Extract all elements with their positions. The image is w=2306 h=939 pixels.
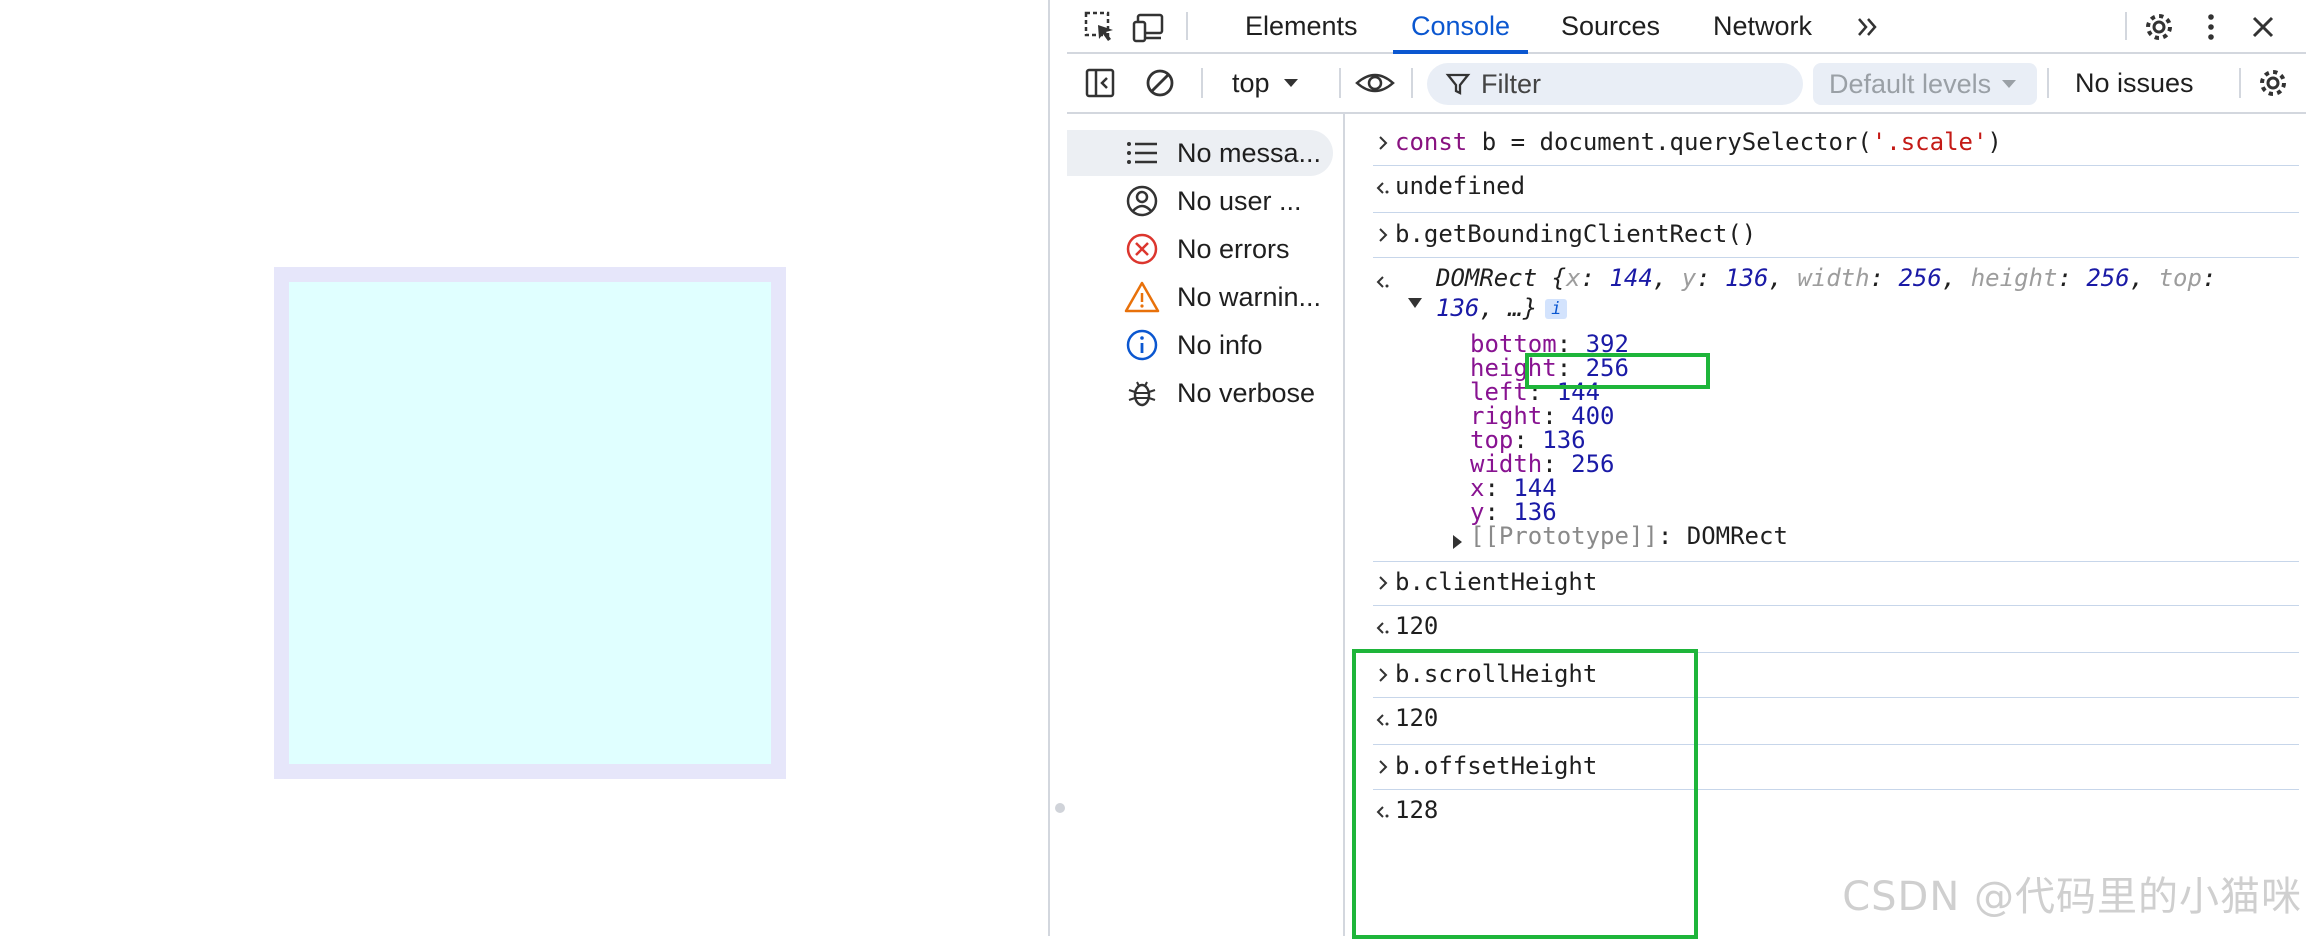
tab-console-label: Console bbox=[1411, 10, 1511, 41]
more-tabs-icon[interactable] bbox=[1849, 8, 1887, 46]
console-result: undefined bbox=[1395, 172, 1526, 200]
watermark: CSDN @代码里的小猫咪 bbox=[1842, 874, 2302, 920]
list-icon bbox=[1123, 134, 1161, 172]
row-separator bbox=[1373, 605, 2299, 606]
bug-icon bbox=[1123, 374, 1161, 412]
log-levels-dropdown[interactable]: Default levels bbox=[1813, 63, 2037, 105]
divider bbox=[2047, 68, 2049, 98]
scale-box bbox=[274, 267, 786, 779]
sidebar-item-label: No messa... bbox=[1177, 137, 1322, 168]
tab-elements[interactable]: Elements bbox=[1245, 0, 1358, 52]
console-sidebar: No messa... No user ... No errors No war… bbox=[1067, 114, 1345, 936]
row-separator bbox=[1373, 561, 2299, 562]
sidebar-item-label: No warnin... bbox=[1177, 281, 1322, 312]
console-result-row: undefined bbox=[1345, 172, 2299, 202]
divider bbox=[2239, 68, 2241, 98]
console-input-row[interactable]: b.clientHeight bbox=[1345, 568, 2299, 598]
console-toolbar: top Filter Default levels No issues bbox=[1067, 54, 2306, 114]
tab-network-label: Network bbox=[1713, 10, 1813, 41]
sidebar-item-label: No info bbox=[1177, 329, 1263, 360]
console-input-row[interactable]: b.getBoundingClientRect() bbox=[1345, 220, 2299, 250]
console-input-row[interactable]: const b = document.querySelector('.scale… bbox=[1345, 128, 2299, 158]
tab-network[interactable]: Network bbox=[1713, 0, 1812, 52]
divider bbox=[1186, 12, 1188, 40]
prototype-row[interactable]: [[Prototype]]: DOMRect bbox=[1345, 522, 2299, 552]
settings-gear-icon[interactable] bbox=[2140, 8, 2178, 46]
domrect-preview-line2: 136, …} i bbox=[1436, 294, 1568, 322]
live-expression-eye-icon[interactable] bbox=[1349, 64, 1401, 102]
info-icon bbox=[1123, 326, 1161, 364]
log-levels-label: Default levels bbox=[1829, 68, 1992, 99]
result-arrow-icon bbox=[1373, 618, 1393, 638]
devtools-panel: Elements Console Sources Network top Fil… bbox=[1067, 0, 2306, 939]
sidebar-item-info[interactable]: No info bbox=[1067, 322, 1333, 368]
prompt-chevron-icon bbox=[1373, 133, 1393, 153]
domrect-preview-line1: DOMRect {x: 144, y: 136, width: 256, hei… bbox=[1436, 264, 2217, 292]
divider bbox=[1411, 68, 1413, 98]
console-command: b.clientHeight bbox=[1395, 568, 1598, 596]
sidebar-item-messages[interactable]: No messa... bbox=[1067, 130, 1333, 176]
console-command: b.getBoundingClientRect() bbox=[1395, 220, 1757, 248]
inspect-element-icon[interactable] bbox=[1081, 8, 1119, 46]
info-badge[interactable]: i bbox=[1545, 299, 1568, 319]
sidebar-item-label: No user ... bbox=[1177, 185, 1302, 216]
expanded-triangle-icon[interactable] bbox=[1407, 288, 1423, 316]
issues-label: No issues bbox=[2075, 67, 2194, 98]
tab-sources[interactable]: Sources bbox=[1561, 0, 1660, 52]
height-highlight-box bbox=[1525, 353, 1710, 389]
sidebar-toggle-icon[interactable] bbox=[1081, 64, 1119, 102]
sidebar-item-warnings[interactable]: No warnin... bbox=[1067, 274, 1333, 320]
scale-box-content bbox=[289, 282, 771, 764]
tab-sources-label: Sources bbox=[1561, 10, 1661, 41]
sidebar-item-errors[interactable]: No errors bbox=[1067, 226, 1333, 272]
sidebar-item-label: No errors bbox=[1177, 233, 1290, 264]
tab-elements-label: Elements bbox=[1245, 10, 1358, 41]
row-separator bbox=[1373, 257, 2299, 258]
sidebar-item-label: No verbose bbox=[1177, 377, 1316, 408]
issues-counter[interactable]: No issues bbox=[2075, 54, 2194, 112]
device-toolbar-icon[interactable] bbox=[1129, 8, 1167, 46]
filter-funnel-icon bbox=[1445, 73, 1471, 95]
page-viewport bbox=[0, 0, 1048, 936]
divider bbox=[2125, 12, 2127, 40]
error-icon bbox=[1123, 230, 1161, 268]
console-output: const b = document.querySelector('.scale… bbox=[1345, 114, 2306, 939]
dropdown-arrow-icon bbox=[2002, 80, 2017, 88]
prompt-chevron-icon bbox=[1373, 573, 1393, 593]
collapsed-triangle-icon[interactable] bbox=[1451, 528, 1463, 556]
console-command: const b = document.querySelector('.scale… bbox=[1395, 128, 2002, 156]
tab-console[interactable]: Console bbox=[1393, 0, 1529, 54]
sidebar-item-user-messages[interactable]: No user ... bbox=[1067, 178, 1333, 224]
more-options-icon[interactable] bbox=[2192, 8, 2230, 46]
console-result: 120 bbox=[1395, 612, 1439, 640]
panel-splitter[interactable] bbox=[1048, 0, 1067, 936]
console-settings-gear-icon[interactable] bbox=[2254, 64, 2292, 102]
row-separator bbox=[1373, 165, 2299, 166]
devtools-tabbar: Elements Console Sources Network bbox=[1067, 0, 2306, 54]
height-props-highlight-box bbox=[1352, 649, 1698, 939]
splitter-handle[interactable] bbox=[1055, 803, 1065, 813]
dropdown-arrow-icon bbox=[1283, 79, 1298, 87]
sidebar-item-verbose[interactable]: No verbose bbox=[1067, 370, 1333, 416]
prompt-chevron-icon bbox=[1373, 225, 1393, 245]
divider bbox=[1339, 68, 1341, 98]
clear-console-icon[interactable] bbox=[1141, 64, 1179, 102]
divider bbox=[1201, 68, 1203, 98]
filter-input[interactable]: Filter bbox=[1427, 63, 1803, 105]
context-label: top bbox=[1232, 67, 1270, 98]
result-arrow-icon bbox=[1373, 178, 1393, 198]
filter-placeholder: Filter bbox=[1481, 68, 1541, 99]
context-selector[interactable]: top bbox=[1232, 54, 1300, 112]
warning-icon bbox=[1123, 278, 1161, 316]
result-arrow-icon bbox=[1373, 272, 1393, 292]
row-separator bbox=[1373, 212, 2299, 213]
user-icon bbox=[1123, 182, 1161, 220]
close-icon[interactable] bbox=[2244, 8, 2282, 46]
console-result-row: 120 bbox=[1345, 612, 2299, 642]
domrect-preview[interactable]: DOMRect {x: 144, y: 136, width: 256, hei… bbox=[1345, 264, 2299, 324]
